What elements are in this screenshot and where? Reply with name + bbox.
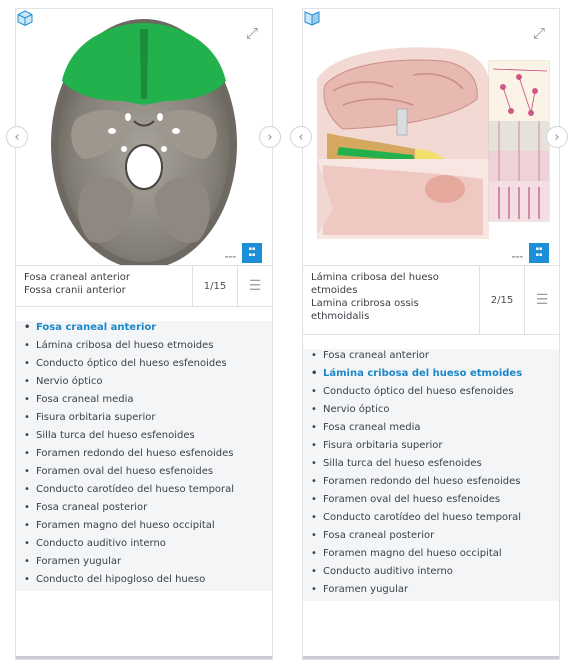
chevron-left-icon: ‹ (14, 130, 20, 145)
structure-list-item[interactable]: Conducto del hipogloso del hueso (16, 573, 272, 586)
brand-badge[interactable]: ▪▪ ▪▪ (242, 243, 262, 263)
structure-list-item[interactable]: Nervio óptico (303, 403, 559, 416)
structure-list-item[interactable]: Foramen oval del hueso esfenoides (16, 465, 272, 478)
structure-caption: Lámina cribosa del hueso etmoides Lamina… (303, 266, 479, 334)
structure-list-item[interactable]: Conducto óptico del hueso esfenoides (16, 357, 272, 370)
structure-list-item[interactable]: Foramen magno del hueso occipital (303, 547, 559, 560)
viewer-panel-right: ⤢ ▬▬▬ ▪▪ ▪▪ Lámina cribosa del hueso etmo… (302, 8, 560, 660)
structure-list-item[interactable]: Foramen yugular (303, 583, 559, 596)
structure-list-item[interactable]: Fisura orbitaria superior (303, 439, 559, 452)
anatomy-image-sagittal[interactable]: ⤢ ▬▬▬ ▪▪ ▪▪ (303, 9, 559, 271)
structure-name-la: Lamina cribrosa ossis ethmoidalis (311, 298, 419, 322)
image-credit-mark: ▬▬▬ (511, 254, 523, 259)
structure-list-item[interactable]: Foramen magno del hueso occipital (16, 519, 272, 532)
image-counter: 2/15 (479, 266, 524, 334)
structure-list-item[interactable]: Conducto óptico del hueso esfenoides (303, 385, 559, 398)
caption-bar: Lámina cribosa del hueso etmoides Lamina… (303, 265, 559, 335)
image-credit-mark: ▬▬▬ (224, 254, 236, 259)
skull-base-illustration (51, 19, 237, 269)
structure-name-la: Fossa cranii anterior (24, 285, 126, 296)
anatomy-image-skull-base[interactable]: ⤢ ▬▬▬ ▪▪ ▪▪ (16, 9, 272, 271)
brand-badge[interactable]: ▪▪ ▪▪ (529, 243, 549, 263)
sagittal-section-illustration (313, 47, 550, 239)
chevron-left-icon: ‹ (298, 130, 304, 145)
structure-list: Fosa craneal anterior Lámina cribosa del … (16, 321, 272, 591)
structure-list-item[interactable]: Fosa craneal anterior (16, 321, 272, 334)
chevron-right-icon: › (554, 130, 560, 145)
next-image-button[interactable]: › (546, 126, 568, 148)
3d-cube-icon[interactable] (16, 9, 34, 27)
structure-list-item[interactable]: Conducto carotídeo del hueso temporal (303, 511, 559, 524)
structure-list-item[interactable]: Foramen redondo del hueso esfenoides (303, 475, 559, 488)
viewer-panel-left: ⤢ ▬▬▬ ▪▪ ▪▪ Fosa craneal anterior Fossa c… (15, 8, 273, 660)
chevron-right-icon: › (267, 130, 273, 145)
expand-icon[interactable]: ⤢ (242, 23, 262, 43)
expand-icon[interactable]: ⤢ (529, 23, 549, 43)
structure-list-item[interactable]: Conducto auditivo interno (303, 565, 559, 578)
structure-list-item[interactable]: Conducto carotídeo del hueso temporal (16, 483, 272, 496)
structure-caption: Fosa craneal anterior Fossa cranii anter… (16, 266, 192, 306)
structure-list-item[interactable]: Foramen redondo del hueso esfenoides (16, 447, 272, 460)
list-menu-icon[interactable]: ☰ (524, 266, 559, 334)
caption-bar: Fosa craneal anterior Fossa cranii anter… (16, 265, 272, 307)
structure-list-item[interactable]: Foramen yugular (16, 555, 272, 568)
structure-list-item[interactable]: Conducto auditivo interno (16, 537, 272, 550)
structure-list-item[interactable]: Fisura orbitaria superior (16, 411, 272, 424)
structure-list-item[interactable]: Silla turca del hueso esfenoides (303, 457, 559, 470)
3d-cube-icon[interactable] (303, 9, 321, 27)
structure-list: Fosa craneal anterior Lámina cribosa del … (303, 349, 559, 601)
structure-list-item[interactable]: Fosa craneal posterior (303, 529, 559, 542)
scroll-edge (303, 656, 559, 659)
structure-list-item[interactable]: Fosa craneal media (303, 421, 559, 434)
list-menu-icon[interactable]: ☰ (237, 266, 272, 306)
structure-list-item[interactable]: Lámina cribosa del hueso etmoides (16, 339, 272, 352)
structure-list-item[interactable]: Silla turca del hueso esfenoides (16, 429, 272, 442)
structure-list-item[interactable]: Lámina cribosa del hueso etmoides (303, 367, 559, 380)
structure-list-item[interactable]: Fosa craneal posterior (16, 501, 272, 514)
structure-list-item[interactable]: Fosa craneal media (16, 393, 272, 406)
structure-name-es: Lámina cribosa del hueso etmoides (311, 272, 439, 296)
prev-image-button[interactable]: ‹ (6, 126, 28, 148)
scroll-edge (16, 656, 272, 659)
structure-list-item[interactable]: Foramen oval del hueso esfenoides (303, 493, 559, 506)
structure-name-es: Fosa craneal anterior (24, 272, 131, 283)
image-counter: 1/15 (192, 266, 237, 306)
next-image-button[interactable]: › (259, 126, 281, 148)
structure-list-item[interactable]: Fosa craneal anterior (303, 349, 559, 362)
structure-list-item[interactable]: Nervio óptico (16, 375, 272, 388)
prev-image-button[interactable]: ‹ (290, 126, 312, 148)
